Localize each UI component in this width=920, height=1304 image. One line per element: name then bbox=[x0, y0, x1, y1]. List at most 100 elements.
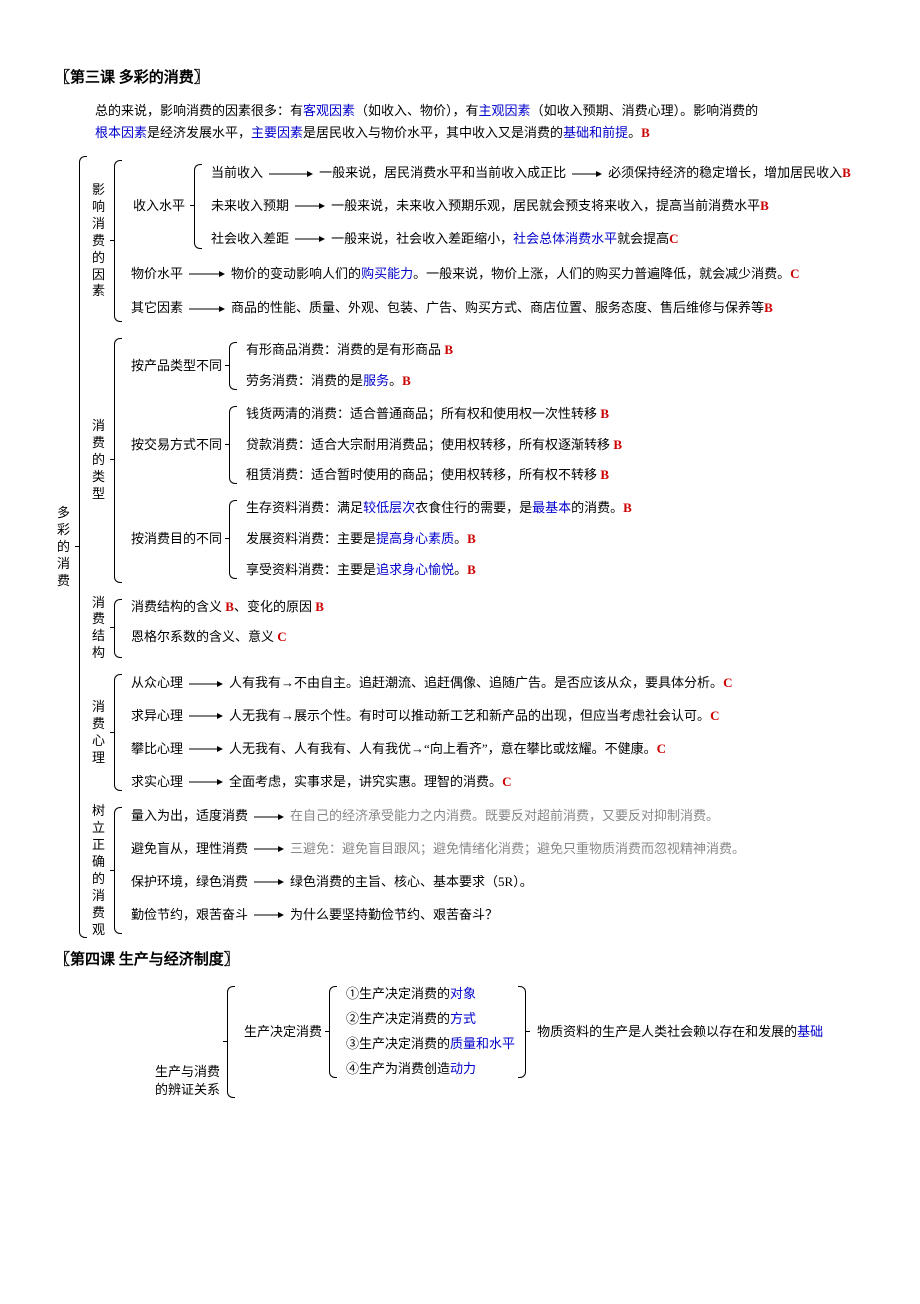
list-item: 消费结构的含义 B、变化的原因 B bbox=[131, 595, 324, 620]
text: 劳务消费：消费的是 bbox=[246, 373, 363, 388]
brace-icon bbox=[325, 982, 337, 1081]
text: 费 bbox=[57, 573, 70, 590]
text: 贷款消费：适合大宗耐用消费品；使用权转移，所有权逐渐转移 bbox=[246, 437, 613, 452]
row-income-gap: 社会收入差距 一般来说，社会收入差距缩小，社会总体消费水平就会提高 C bbox=[211, 226, 851, 253]
text: 。 bbox=[454, 531, 467, 546]
sec-label: 消费结构 bbox=[90, 595, 107, 663]
label: 收入水平 bbox=[131, 198, 187, 215]
tag: C bbox=[502, 772, 511, 793]
arrow-icon bbox=[254, 845, 284, 853]
text: 社会总体消费水平 bbox=[513, 229, 617, 250]
by-trade: 按交易方式不同 钱货两清的消费：适合普通商品；所有权和使用权一次性转移 B 贷款… bbox=[131, 402, 632, 488]
text: 必须保持经济的稳定增长，增加居民收入 bbox=[608, 163, 842, 184]
text: 消 bbox=[57, 556, 70, 573]
arrow-icon bbox=[189, 305, 225, 313]
label: 按交易方式不同 bbox=[131, 435, 222, 456]
row-qinjian: 勤俭节约，艰苦奋斗 为什么要坚持勤俭节约、艰苦奋斗？ bbox=[131, 902, 745, 929]
arrow-icon bbox=[295, 202, 325, 210]
sec-label: 影响消费的因素 bbox=[90, 156, 107, 326]
text: 提高身心素质 bbox=[376, 531, 454, 546]
text: 主要因素 bbox=[251, 125, 303, 140]
text: 物质资料的生产是人类社会赖以存在和发展的 bbox=[537, 1024, 797, 1039]
tag: B bbox=[467, 562, 476, 577]
text: 一般来说，社会收入差距缩小， bbox=[331, 229, 513, 250]
text: 生产与消费 bbox=[155, 1064, 220, 1079]
sec-structure: 消费结构 消费结构的含义 B、变化的原因 B 恩格尔系数的含义、意义 C bbox=[90, 595, 851, 663]
tag: C bbox=[723, 673, 732, 694]
tag: B bbox=[600, 467, 609, 482]
text: 购买能力 bbox=[361, 264, 413, 285]
text: 恩格尔系数的含义、意义 bbox=[131, 629, 277, 644]
arrow-icon bbox=[189, 680, 223, 688]
text: 攀比心理 bbox=[131, 739, 183, 760]
list-item: 租赁消费：适合暂时使用的商品；使用权转移，所有权不转移 B bbox=[246, 463, 622, 488]
root-label: 多 彩 的 消 费 bbox=[55, 152, 72, 942]
text: 勤俭节约，艰苦奋斗 bbox=[131, 905, 248, 926]
tag: C bbox=[277, 629, 286, 644]
brace-icon bbox=[110, 595, 122, 663]
sec-types: 消费的类型 按产品类型不同 有形商品消费：消费的是有形商品 B 劳务消费：消费的… bbox=[90, 334, 851, 586]
text: 有形商品消费：消费的是有形商品 bbox=[246, 342, 444, 357]
sec-psychology: 消费心理 从众心理 人有我有→不由自主。追赶潮流、追赶偶像、追随广告。是否应该从… bbox=[90, 670, 851, 795]
row-other: 其它因素 商品的性能、质量、外观、包装、广告、购买方式、商店位置、服务态度、售后… bbox=[131, 295, 851, 322]
list-item: ④生产为消费创造动力 bbox=[346, 1057, 515, 1082]
tag: B bbox=[600, 406, 609, 421]
text: ③生产决定消费的 bbox=[346, 1036, 450, 1051]
arrow-icon bbox=[254, 911, 284, 919]
text: 基础和前提 bbox=[563, 125, 628, 140]
text: 生存资料消费：满足 bbox=[246, 500, 363, 515]
text: 。一般来说，物价上涨，人们的购买力普遍降低，就会减少消费。 bbox=[413, 264, 790, 285]
text: 人有我有→不由自主。追赶潮流、追赶偶像、追随广告。是否应该从众，要具体分析。 bbox=[229, 673, 723, 694]
text: 最基本 bbox=[532, 500, 571, 515]
sec-label: 树立正确的消费观 bbox=[90, 803, 107, 938]
list-item: 享受资料消费：主要是追求身心愉悦。B bbox=[246, 558, 632, 583]
brace-icon bbox=[110, 803, 122, 938]
row-current-income: 当前收入 一般来说，居民消费水平和当前收入成正比 必须保持经济的稳定增长，增加居… bbox=[211, 160, 851, 187]
sec-correct-view: 树立正确的消费观 量入为出，适度消费 在自己的经济承受能力之内消费。既要反对超前… bbox=[90, 803, 851, 938]
tag: B bbox=[444, 342, 453, 357]
brace-icon bbox=[75, 152, 87, 942]
text: 保护环境，绿色消费 bbox=[131, 872, 248, 893]
row-price: 物价水平 物价的变动影响人们的购买能力。一般来说，物价上涨，人们的购买力普遍降低… bbox=[131, 261, 851, 288]
text: 主观因素 bbox=[479, 103, 531, 118]
label: 按产品类型不同 bbox=[131, 356, 222, 377]
text: 未来收入预期 bbox=[211, 196, 289, 217]
row-qiuyi: 求异心理 人无我有→展示个性。有时可以推动新工艺和新产品的出现，但应当考虑社会认… bbox=[131, 703, 732, 730]
tag: B bbox=[467, 531, 476, 546]
arrow-icon bbox=[269, 170, 313, 178]
list-item: 劳务消费：消费的是服务。B bbox=[246, 369, 453, 394]
income-level: 收入水平 当前收入 一般来说，居民消费水平和当前收入成正比 必须保持经济的稳定增… bbox=[131, 160, 851, 252]
text: 一般来说，未来收入预期乐观，居民就会预支将来收入，提高当前消费水平 bbox=[331, 196, 760, 217]
brace-icon bbox=[110, 334, 122, 586]
tag: B bbox=[315, 599, 324, 614]
list-item: ③生产决定消费的质量和水平 bbox=[346, 1032, 515, 1057]
brace-icon bbox=[190, 160, 202, 252]
tag: C bbox=[710, 706, 719, 727]
text: ①生产决定消费的 bbox=[346, 986, 450, 1001]
text: （如收入、物价），有 bbox=[355, 103, 479, 118]
list-item: 钱货两清的消费：适合普通商品；所有权和使用权一次性转移 B bbox=[246, 402, 622, 427]
text: 商品的性能、质量、外观、包装、广告、购买方式、商店位置、服务态度、售后维修与保养… bbox=[231, 298, 764, 319]
sec-label: 消费的类型 bbox=[90, 334, 107, 586]
lesson3-tree: 多 彩 的 消 费 影响消费的因素 收入水平 当前收入 bbox=[55, 152, 880, 942]
tag: C bbox=[669, 229, 678, 250]
text: 基础 bbox=[797, 1024, 823, 1039]
text: 当前收入 bbox=[211, 163, 263, 184]
text: 彩 bbox=[57, 522, 70, 539]
arrow-icon bbox=[572, 170, 602, 178]
label: 生产决定消费 bbox=[244, 1022, 322, 1043]
text: 服务 bbox=[363, 373, 389, 388]
brace-icon bbox=[225, 496, 237, 582]
row-panbi: 攀比心理 人无我有、人有我有、人有我优→“向上看齐”，意在攀比或炫耀。不健康。C bbox=[131, 736, 732, 763]
text: 根本因素 bbox=[95, 125, 147, 140]
text: 社会收入差距 bbox=[211, 229, 289, 250]
text: 动力 bbox=[450, 1061, 476, 1076]
text: ④生产为消费创造 bbox=[346, 1061, 450, 1076]
lesson4-tree: 生产与消费 的辨证关系 生产决定消费 ①生产决定消费的对象 ②生产决定消费的方式… bbox=[155, 982, 880, 1101]
text: 三避免：避免盲目跟风；避免情绪化消费；避免只重物质消费而忽视精神消费。 bbox=[290, 839, 745, 860]
brace-icon bbox=[110, 156, 122, 326]
row-green: 保护环境，绿色消费 绿色消费的主旨、核心、基本要求（5R）。 bbox=[131, 869, 745, 896]
text: 避免盲从，理性消费 bbox=[131, 839, 248, 860]
text: 在自己的经济承受能力之内消费。既要反对超前消费，又要反对抑制消费。 bbox=[290, 806, 719, 827]
arrow-icon bbox=[189, 778, 223, 786]
